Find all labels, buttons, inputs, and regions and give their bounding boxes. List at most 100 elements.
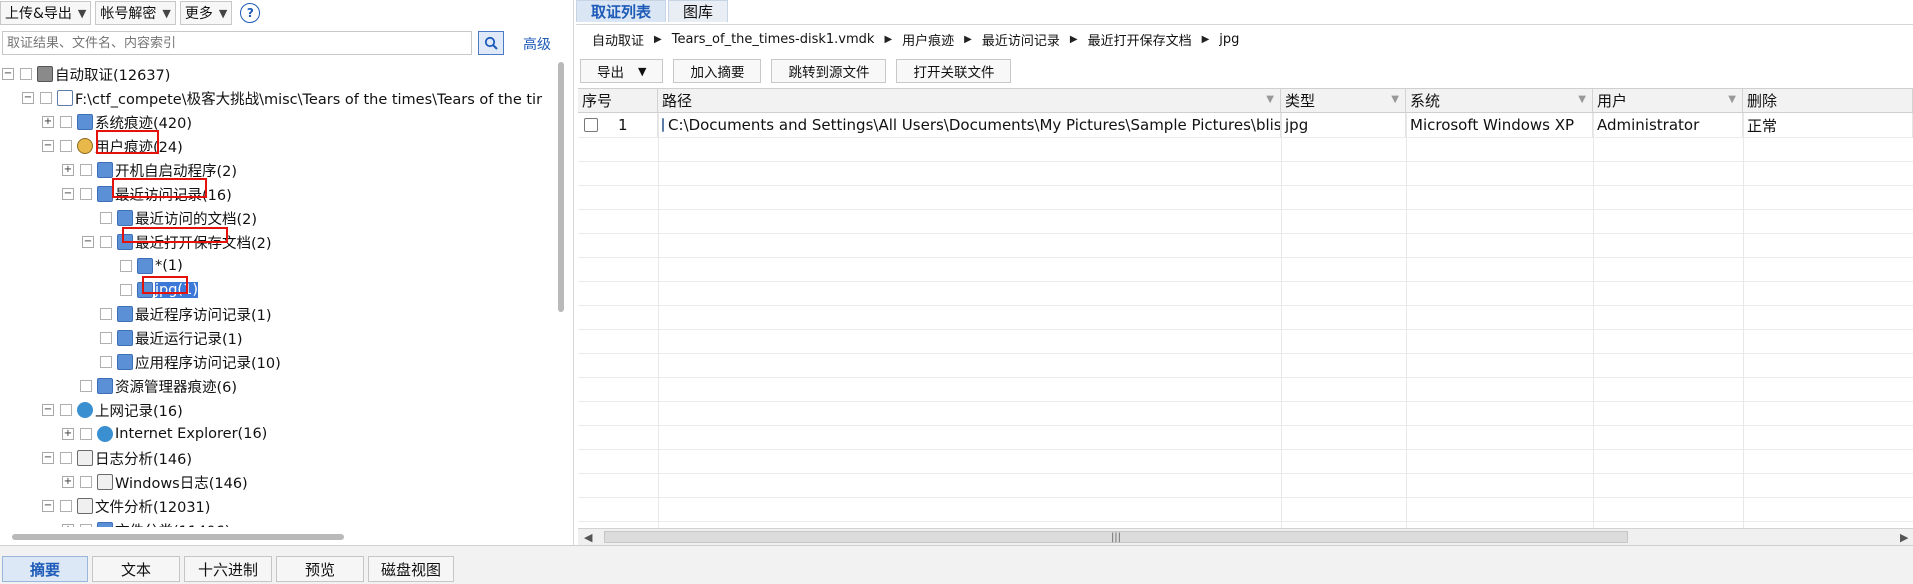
tree-node[interactable]: 资源管理器痕迹(6) bbox=[62, 374, 237, 398]
scrollbar-thumb[interactable]: ||| bbox=[604, 531, 1628, 543]
tree-checkbox[interactable] bbox=[100, 332, 112, 344]
search-input[interactable] bbox=[2, 31, 472, 55]
expand-icon[interactable]: + bbox=[62, 524, 74, 527]
tree-node[interactable]: − 文件分析(12031) bbox=[42, 494, 210, 518]
help-icon[interactable]: ? bbox=[240, 3, 261, 23]
account-decrypt-dropdown[interactable]: 帐号解密 ▼ bbox=[95, 1, 176, 25]
tree-node[interactable]: 最近运行记录(1) bbox=[82, 326, 243, 350]
add-summary-button[interactable]: 加入摘要 bbox=[673, 59, 762, 83]
evidence-tree: − 自动取证(12637) − F:\ctf_compete\极客大挑战\misc\T… bbox=[0, 62, 555, 527]
tree-node[interactable]: *(1) bbox=[102, 254, 183, 278]
filter-icon[interactable]: ▼ bbox=[1728, 94, 1736, 105]
filter-icon[interactable]: ▼ bbox=[1391, 94, 1399, 105]
tree-checkbox[interactable] bbox=[100, 212, 112, 224]
tree-node[interactable]: − F:\ctf_compete\极客大挑战\misc\Tears of the … bbox=[22, 86, 542, 110]
table-row-index-cell[interactable]: 1 bbox=[578, 113, 658, 137]
tree-checkbox[interactable] bbox=[120, 260, 132, 272]
tab-disk-view[interactable]: 磁盘视图 bbox=[368, 556, 454, 582]
tree-checkbox[interactable] bbox=[60, 500, 72, 512]
column-header-index[interactable]: 序号 bbox=[578, 89, 658, 113]
tree-checkbox[interactable] bbox=[40, 92, 52, 104]
tree-node[interactable]: + Internet Explorer(16) bbox=[62, 422, 267, 446]
tree-checkbox[interactable] bbox=[80, 476, 92, 488]
tree-checkbox[interactable] bbox=[80, 524, 92, 527]
export-dropdown[interactable]: 导出 ▼ bbox=[580, 59, 664, 83]
column-header-system[interactable]: 系统 ▼ bbox=[1406, 89, 1593, 113]
tree-checkbox[interactable] bbox=[60, 404, 72, 416]
chevron-right-icon: ▶ bbox=[1201, 34, 1210, 45]
tree-node[interactable]: 应用程序访问记录(10) bbox=[82, 350, 281, 374]
jump-to-source-button[interactable]: 跳转到源文件 bbox=[771, 59, 887, 83]
path-value: C:\Documents and Settings\All Users\Docu… bbox=[668, 116, 1281, 134]
open-related-file-button[interactable]: 打开关联文件 bbox=[896, 59, 1012, 83]
table-cell-path[interactable]: C:\Documents and Settings\All Users\Docu… bbox=[658, 113, 1281, 137]
breadcrumb-item[interactable]: Tears_of_the_times-disk1.vmdk bbox=[672, 32, 875, 47]
tree-checkbox[interactable] bbox=[80, 428, 92, 440]
column-header-deleted[interactable]: 删除 bbox=[1743, 89, 1913, 113]
collapse-icon[interactable]: − bbox=[42, 404, 54, 416]
tree-checkbox[interactable] bbox=[120, 284, 132, 296]
tree-checkbox[interactable] bbox=[100, 236, 112, 248]
tree-node[interactable]: + 文件分类(11406) bbox=[62, 518, 230, 527]
expand-icon[interactable]: + bbox=[62, 476, 74, 488]
collapse-icon[interactable]: − bbox=[2, 68, 14, 80]
highlight-box bbox=[112, 178, 207, 198]
tree-checkbox[interactable] bbox=[60, 452, 72, 464]
collapse-icon[interactable]: − bbox=[42, 500, 54, 512]
breadcrumb-item[interactable]: 最近访问记录 bbox=[982, 30, 1060, 49]
filter-icon[interactable]: ▼ bbox=[1266, 94, 1274, 105]
tree-vertical-scrollbar[interactable] bbox=[558, 62, 564, 312]
expand-icon[interactable]: + bbox=[62, 164, 74, 176]
collapse-icon[interactable]: − bbox=[42, 140, 54, 152]
tab-preview[interactable]: 预览 bbox=[276, 556, 364, 582]
tab-hex[interactable]: 十六进制 bbox=[184, 556, 272, 582]
upload-export-dropdown[interactable]: 上传&导出 ▼ bbox=[0, 1, 92, 25]
tree-checkbox[interactable] bbox=[60, 116, 72, 128]
table-cell-type[interactable]: jpg bbox=[1281, 113, 1406, 137]
table-cell-user[interactable]: Administrator bbox=[1593, 113, 1743, 137]
tab-evidence-list[interactable]: 取证列表 bbox=[576, 0, 667, 22]
breadcrumb-item[interactable]: 用户痕迹 bbox=[902, 30, 954, 49]
tree-node-label: F:\ctf_compete\极客大挑战\misc\Tears of the t… bbox=[75, 91, 543, 108]
tree-node[interactable]: − 自动取证(12637) bbox=[2, 62, 170, 86]
more-dropdown[interactable]: 更多 ▼ bbox=[179, 1, 233, 25]
tree-checkbox[interactable] bbox=[100, 308, 112, 320]
breadcrumb-item[interactable]: 最近打开保存文档 bbox=[1088, 30, 1192, 49]
breadcrumb-item[interactable]: jpg bbox=[1219, 32, 1239, 47]
tab-text[interactable]: 文本 bbox=[92, 556, 180, 582]
collapse-icon[interactable]: − bbox=[82, 236, 94, 248]
filter-icon[interactable]: ▼ bbox=[1578, 94, 1586, 105]
grid-horizontal-scrollbar[interactable]: ◀ ||| ▶ bbox=[578, 528, 1913, 545]
tree-checkbox[interactable] bbox=[80, 380, 92, 392]
table-cell-system[interactable]: Microsoft Windows XP bbox=[1406, 113, 1593, 137]
tree-checkbox[interactable] bbox=[80, 188, 92, 200]
tree-horizontal-scrollbar[interactable] bbox=[12, 534, 344, 540]
scroll-left-icon[interactable]: ◀ bbox=[584, 531, 592, 544]
collapse-icon[interactable]: − bbox=[62, 188, 74, 200]
search-button[interactable] bbox=[478, 31, 504, 55]
table-cell-deleted[interactable]: 正常 bbox=[1743, 113, 1913, 137]
chevron-down-icon: ▼ bbox=[77, 6, 87, 20]
column-header-type[interactable]: 类型 ▼ bbox=[1281, 89, 1406, 113]
collapse-icon[interactable]: − bbox=[42, 452, 54, 464]
tab-gallery[interactable]: 图库 bbox=[668, 0, 729, 22]
advanced-search-link[interactable]: 高级 bbox=[523, 34, 551, 54]
tab-summary[interactable]: 摘要 bbox=[2, 556, 88, 582]
tree-checkbox[interactable] bbox=[100, 356, 112, 368]
column-header-path[interactable]: 路径 ▼ bbox=[658, 89, 1281, 113]
row-checkbox[interactable] bbox=[584, 118, 598, 132]
tree-checkbox[interactable] bbox=[20, 68, 32, 80]
tree-checkbox[interactable] bbox=[60, 140, 72, 152]
tree-node[interactable]: − 上网记录(16) bbox=[42, 398, 183, 422]
expand-icon[interactable]: + bbox=[62, 428, 74, 440]
tree-node[interactable]: + Windows日志(146) bbox=[62, 470, 248, 494]
expand-icon[interactable]: + bbox=[42, 116, 54, 128]
grid-row-line bbox=[578, 497, 1913, 498]
tree-checkbox[interactable] bbox=[80, 164, 92, 176]
column-header-user[interactable]: 用户 ▼ bbox=[1593, 89, 1743, 113]
tree-node[interactable]: 最近程序访问记录(1) bbox=[82, 302, 272, 326]
tree-node[interactable]: − 日志分析(146) bbox=[42, 446, 192, 470]
breadcrumb-item[interactable]: 自动取证 bbox=[592, 30, 644, 49]
scroll-right-icon[interactable]: ▶ bbox=[1900, 531, 1908, 544]
collapse-icon[interactable]: − bbox=[22, 92, 34, 104]
